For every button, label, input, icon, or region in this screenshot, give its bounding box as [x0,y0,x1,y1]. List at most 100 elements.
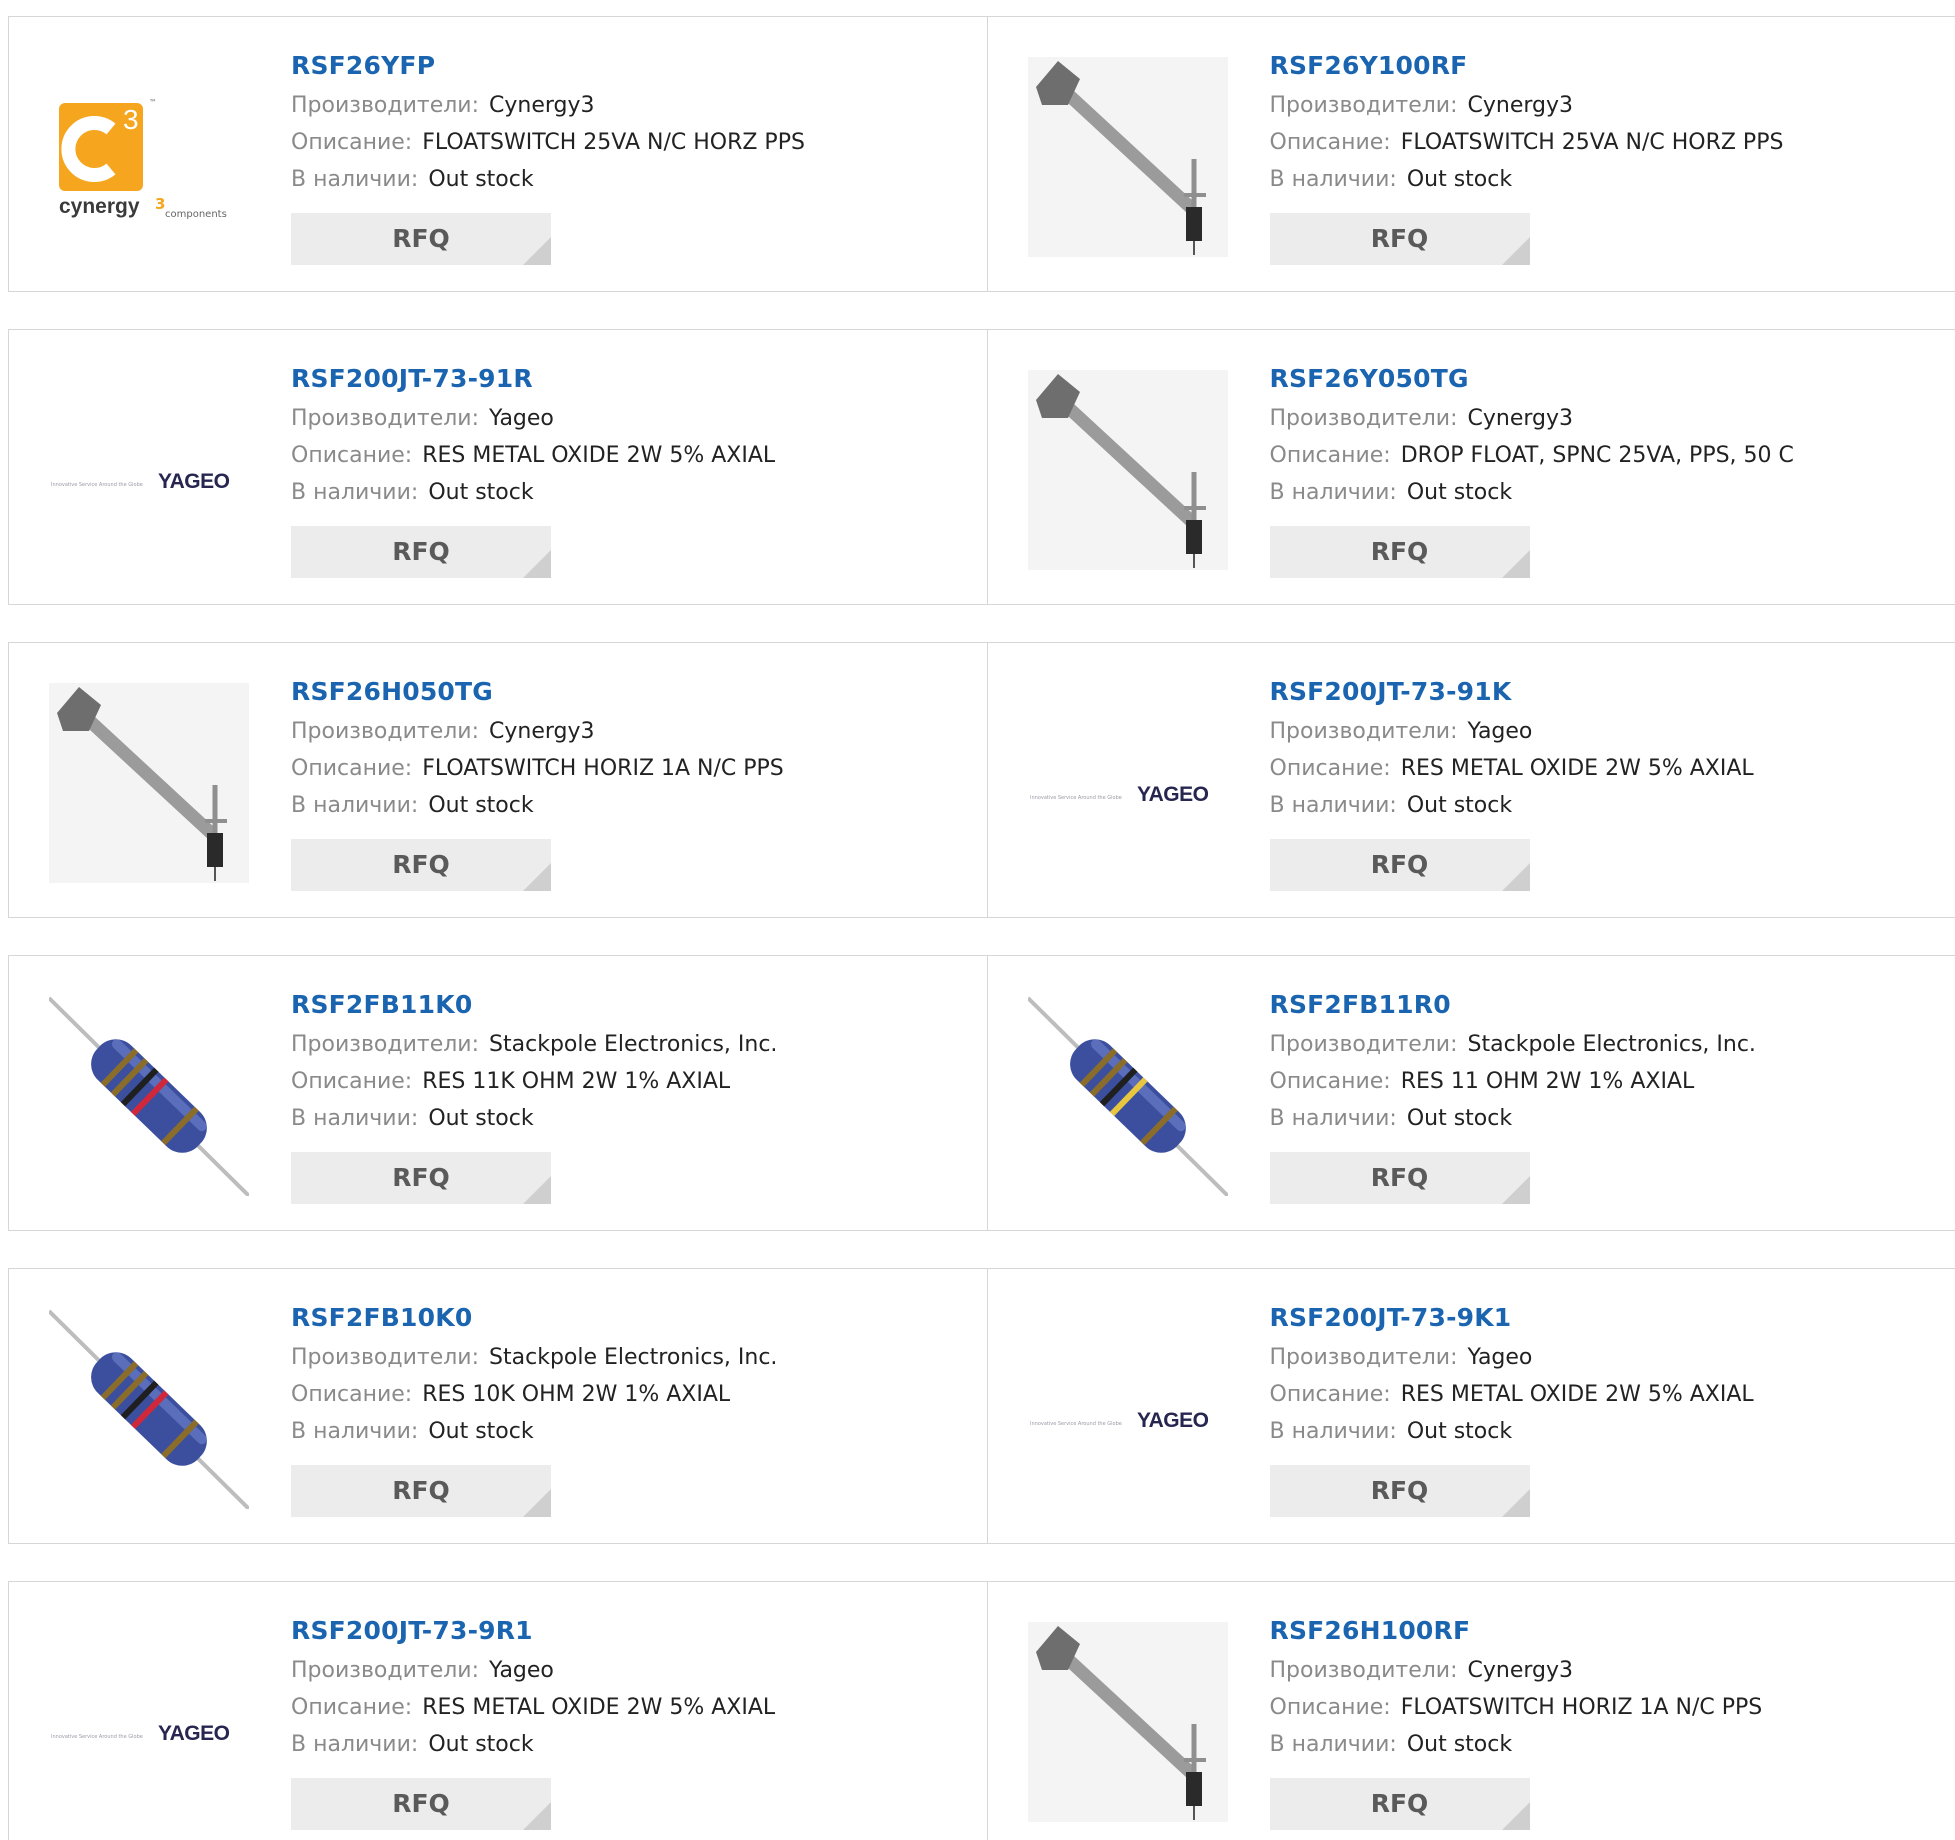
stock-row: В наличии: Out stock [291,474,977,511]
part-number-link[interactable]: RSF2FB11R0 [1270,984,1946,1026]
svg-text:3: 3 [123,104,139,135]
rfq-corner-decoration [1501,1802,1530,1830]
manufacturer-label: Производители: [291,406,480,431]
description-label: Описание: [291,1069,413,1094]
description-value: FLOATSWITCH 25VA N/C HORZ PPS [1400,130,1784,155]
product-info: RSF26Y050TG Производители: Cynergy3 Описа… [1269,358,1946,578]
part-number-link[interactable]: RSF200JT-73-9K1 [1270,1297,1946,1339]
stock-row: В наличии: Out stock [291,1100,977,1137]
svg-text:Innovative Service Around the: Innovative Service Around the Globe [1030,1421,1122,1427]
rfq-button[interactable]: RFQ [1269,1465,1530,1517]
product-info: RSF26Y100RF Производители: Cynergy3 Описа… [1269,45,1946,265]
product-info: RSF200JT-73-91R Производители: Yageo Опис… [291,358,977,578]
description-label: Описание: [291,1695,413,1720]
stock-label: В наличии: [291,167,419,192]
product-card: RSF26H050TG Производители: Cynergy3 Описа… [9,643,987,917]
product-image[interactable]: Innovative Service Around the Globe YAGEO [49,1622,249,1822]
product-image[interactable] [1027,57,1228,257]
manufacturer-row: Производители: Cynergy3 [1270,1652,1946,1689]
stock-label: В наличии: [1269,480,1397,505]
product-image[interactable] [49,683,249,883]
rfq-corner-decoration [523,1176,551,1204]
rfq-corner-decoration [1501,550,1530,578]
part-number-link[interactable]: RSF200JT-73-91R [291,358,977,400]
description-value: RES 10K OHM 2W 1% AXIAL [422,1382,731,1407]
description-value: FLOATSWITCH 25VA N/C HORZ PPS [422,130,805,155]
description-row: Описание: RES 10K OHM 2W 1% AXIAL [291,1376,977,1413]
rfq-button[interactable]: RFQ [291,526,551,578]
description-value: FLOATSWITCH HORIZ 1A N/C PPS [1400,1695,1763,1720]
part-number-link[interactable]: RSF2FB10K0 [291,1297,977,1339]
manufacturer-row: Производители: Stackpole Electronics, Inc… [291,1339,977,1376]
part-number-link[interactable]: RSF26YFP [291,45,977,87]
product-image[interactable] [1027,996,1228,1196]
part-number-link[interactable]: RSF26Y050TG [1270,358,1946,400]
manufacturer-row: Производители: Yageo [291,400,977,437]
product-info: RSF2FB11R0 Производители: Stackpole Elect… [1269,984,1946,1204]
rfq-button[interactable]: RFQ [1269,839,1530,891]
rfq-button[interactable]: RFQ [291,839,551,891]
svg-text:YAGEO: YAGEO [1137,1409,1209,1432]
manufacturer-label: Производители: [1269,1032,1458,1057]
manufacturer-label: Производители: [1269,406,1458,431]
product-image[interactable] [49,1309,249,1509]
stock-label: В наличии: [291,1419,419,1444]
description-label: Описание: [1269,1069,1391,1094]
description-row: Описание: RES METAL OXIDE 2W 5% AXIAL [1270,750,1946,787]
description-label: Описание: [1269,130,1391,155]
stock-label: В наличии: [291,480,419,505]
part-number-link[interactable]: RSF26H100RF [1270,1610,1946,1652]
description-row: Описание: RES 11K OHM 2W 1% AXIAL [291,1063,977,1100]
product-card: Innovative Service Around the Globe YAGEO… [9,1582,987,1840]
yageo-logo: Innovative Service Around the Globe YAGEO [51,470,230,493]
product-image[interactable]: Innovative Service Around the Globe YAGEO [1028,1309,1228,1509]
rfq-button[interactable]: RFQ [1269,1152,1530,1204]
float-switch-image [1027,57,1228,257]
rfq-button[interactable]: RFQ [1269,1778,1530,1830]
product-image[interactable]: Innovative Service Around the Globe YAGEO [1028,683,1228,883]
description-value: FLOATSWITCH HORIZ 1A N/C PPS [422,756,784,781]
rfq-button[interactable]: RFQ [1269,526,1530,578]
rfq-label: RFQ [1370,537,1429,566]
description-label: Описание: [1269,1695,1391,1720]
part-number-link[interactable]: RSF200JT-73-91K [1270,671,1946,713]
yageo-logo: Innovative Service Around the Globe YAGEO [51,1722,230,1745]
rfq-label: RFQ [392,1476,450,1505]
manufacturer-label: Производители: [291,1345,480,1370]
manufacturer-row: Производители: Cynergy3 [1270,87,1946,124]
manufacturer-label: Производители: [1269,1345,1458,1370]
rfq-corner-decoration [1501,237,1530,265]
product-info: RSF200JT-73-9R1 Производители: Yageo Опис… [291,1610,977,1830]
rfq-button[interactable]: RFQ [291,213,551,265]
product-grid: 3 ™ cynergy 3 components RSF26YFP Производит… [8,16,1955,1840]
product-card: 3 ™ cynergy 3 components RSF26YFP Производит… [9,17,987,291]
rfq-button[interactable]: RFQ [1269,213,1530,265]
part-number-link[interactable]: RSF2FB11K0 [291,984,977,1026]
svg-text:Innovative Service Around the: Innovative Service Around the Globe [1030,795,1122,801]
rfq-button[interactable]: RFQ [291,1152,551,1204]
rfq-button[interactable]: RFQ [291,1465,551,1517]
manufacturer-value: Stackpole Electronics, Inc. [489,1345,778,1370]
rfq-corner-decoration [523,1802,551,1830]
rfq-corner-decoration [523,1489,551,1517]
product-info: RSF200JT-73-91K Производители: Yageo Опис… [1269,671,1946,891]
product-image[interactable] [1027,1622,1228,1822]
product-image[interactable]: Innovative Service Around the Globe YAGEO [49,370,249,570]
stock-label: В наличии: [1269,793,1397,818]
product-card: Innovative Service Around the Globe YAGEO… [986,1269,1955,1543]
product-image[interactable]: 3 ™ cynergy 3 components [49,57,249,257]
part-number-link[interactable]: RSF200JT-73-9R1 [291,1610,977,1652]
product-card: Innovative Service Around the Globe YAGEO… [986,643,1955,917]
description-label: Описание: [291,1382,413,1407]
description-label: Описание: [291,756,413,781]
product-image[interactable] [1027,370,1228,570]
float-switch-image [1027,370,1228,570]
rfq-button[interactable]: RFQ [291,1778,551,1830]
stock-label: В наличии: [291,793,419,818]
product-image[interactable] [49,996,249,1196]
part-number-link[interactable]: RSF26H050TG [291,671,977,713]
part-number-link[interactable]: RSF26Y100RF [1270,45,1946,87]
stock-label: В наличии: [1269,1419,1397,1444]
svg-text:cynergy: cynergy [59,195,140,218]
manufacturer-value: Cynergy3 [1467,406,1574,431]
